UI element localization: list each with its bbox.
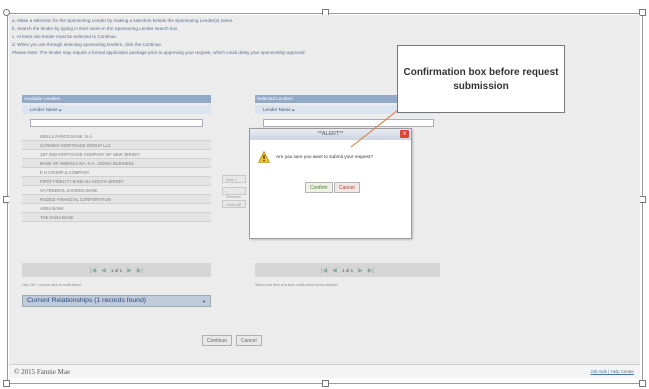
alert-title-bar: **ALERT** x xyxy=(250,129,411,140)
available-lender-name-column[interactable]: Lender Name ▴ xyxy=(22,105,211,114)
lender-row[interactable]: THE DANA BANK xyxy=(22,213,211,222)
available-hint: Use Ctrl + mouse click to multi-select xyxy=(22,283,82,287)
available-pager: |◀ ◀ 1 of 1 ▶ ▶| xyxy=(22,263,211,277)
warning-icon xyxy=(258,151,270,163)
alert-dialog: **ALERT** x Are you sure you want to sub… xyxy=(249,128,412,239)
prev-page-icon[interactable]: ◀ xyxy=(101,267,106,274)
resize-handle[interactable] xyxy=(322,380,329,387)
last-page-icon[interactable]: ▶| xyxy=(368,267,374,274)
continue-button[interactable]: Continue xyxy=(202,335,233,346)
alert-cancel-button[interactable]: Cancel xyxy=(334,182,360,193)
instruction-line: Please Note: The lender may require a fo… xyxy=(12,50,306,55)
resize-handle[interactable] xyxy=(639,9,646,16)
current-relationships-label: Current Relationships (1 records found) xyxy=(27,297,147,304)
available-lender-search-input[interactable] xyxy=(30,119,203,127)
prev-page-icon[interactable]: ◀ xyxy=(332,267,337,274)
first-page-icon[interactable]: |◀ xyxy=(321,267,327,274)
remove-button[interactable]: < Remove xyxy=(222,187,246,199)
instruction-line: c. At least one lender must be selected … xyxy=(12,34,117,39)
available-lenders-list: WELLS FARGO BANK, N.A. GATEWAY MORTGAGE … xyxy=(22,132,211,222)
page-footer: © 2015 Fannie Mae Job Aids | Help Center xyxy=(9,364,640,378)
lender-row[interactable]: AREA BANK xyxy=(22,204,211,213)
cancel-button[interactable]: Cancel xyxy=(236,335,262,346)
annotation-callout: Confirmation box before request submissi… xyxy=(397,45,565,113)
lender-row[interactable]: RADICE FINANCIAL CORPORATION xyxy=(22,195,211,204)
current-relationships-toggle[interactable]: Current Relationships (1 records found) … xyxy=(22,295,211,307)
lender-row[interactable]: E H CRUMP & COMPANY xyxy=(22,168,211,177)
undo-all-button[interactable]: Undo All xyxy=(222,200,246,208)
lender-row[interactable]: FIRST FIDELITY BANK NA SOUTH JERSEY xyxy=(22,177,211,186)
instruction-line: b. Search the lender by typing in their … xyxy=(12,26,179,31)
selected-hint: Select one item at a time, multi-select … xyxy=(255,283,338,287)
lender-row[interactable]: 1ST 2ND MORTGAGE COMPANY OF NEW JERSEY xyxy=(22,150,211,159)
lender-row[interactable]: GATEWAY MORTGAGE GROUP LLC xyxy=(22,141,211,150)
selected-lender-search-input[interactable] xyxy=(263,119,434,127)
lender-row[interactable]: BANK OF AMERICA NA, N.A., DOING BUSINESS xyxy=(22,159,211,168)
lender-row[interactable]: WELLS FARGO BANK, N.A. xyxy=(22,132,211,141)
resize-handle[interactable] xyxy=(639,196,646,203)
first-page-icon[interactable]: |◀ xyxy=(90,267,96,274)
page-indicator: 1 of 1 xyxy=(341,267,354,273)
add-button[interactable]: Add > xyxy=(222,175,246,183)
footer-links[interactable]: Job Aids | Help Center xyxy=(590,369,634,374)
alert-title: **ALERT** xyxy=(317,131,344,137)
selected-pager: |◀ ◀ 1 of 1 ▶ ▶| xyxy=(255,263,440,277)
instruction-line: a. Make a selection for the Sponsoring L… xyxy=(12,18,234,23)
available-lenders-header: Available Lenders xyxy=(22,95,211,103)
next-page-icon[interactable]: ▶ xyxy=(358,267,363,274)
instruction-line: d. When you are through selecting sponso… xyxy=(12,42,163,47)
copyright-text: © 2015 Fannie Mae xyxy=(14,368,71,376)
last-page-icon[interactable]: ▶| xyxy=(137,267,143,274)
resize-handle[interactable] xyxy=(3,380,10,387)
lender-row[interactable]: VA FEDERAL SAVINGS BANK xyxy=(22,186,211,195)
close-icon[interactable]: x xyxy=(400,130,409,138)
resize-handle[interactable] xyxy=(639,380,646,387)
chevron-down-icon: ▼ xyxy=(202,299,206,304)
next-page-icon[interactable]: ▶ xyxy=(127,267,132,274)
confirm-button[interactable]: Confirm xyxy=(305,182,333,193)
page-indicator: 1 of 1 xyxy=(110,267,123,273)
alert-message: Are you sure you want to submit your req… xyxy=(276,154,373,159)
